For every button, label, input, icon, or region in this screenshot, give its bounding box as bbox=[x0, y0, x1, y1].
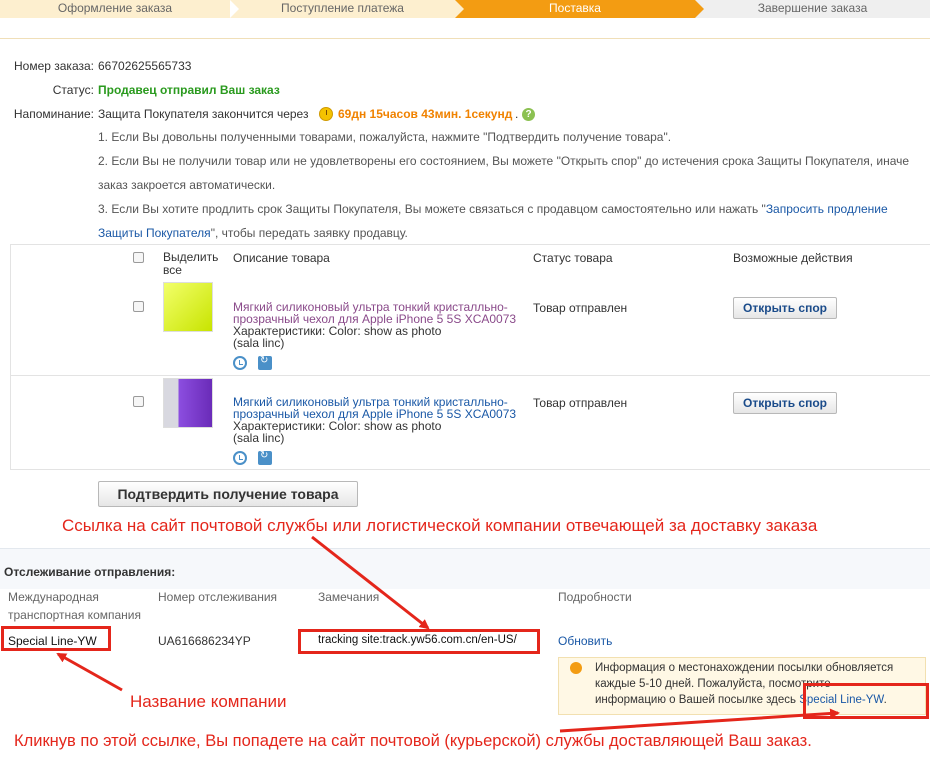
arrow-to-carrier-link bbox=[559, 708, 840, 733]
arrow-to-company bbox=[56, 652, 123, 692]
annotation-arrows bbox=[56, 535, 840, 733]
arrow-to-remarks bbox=[311, 535, 430, 630]
